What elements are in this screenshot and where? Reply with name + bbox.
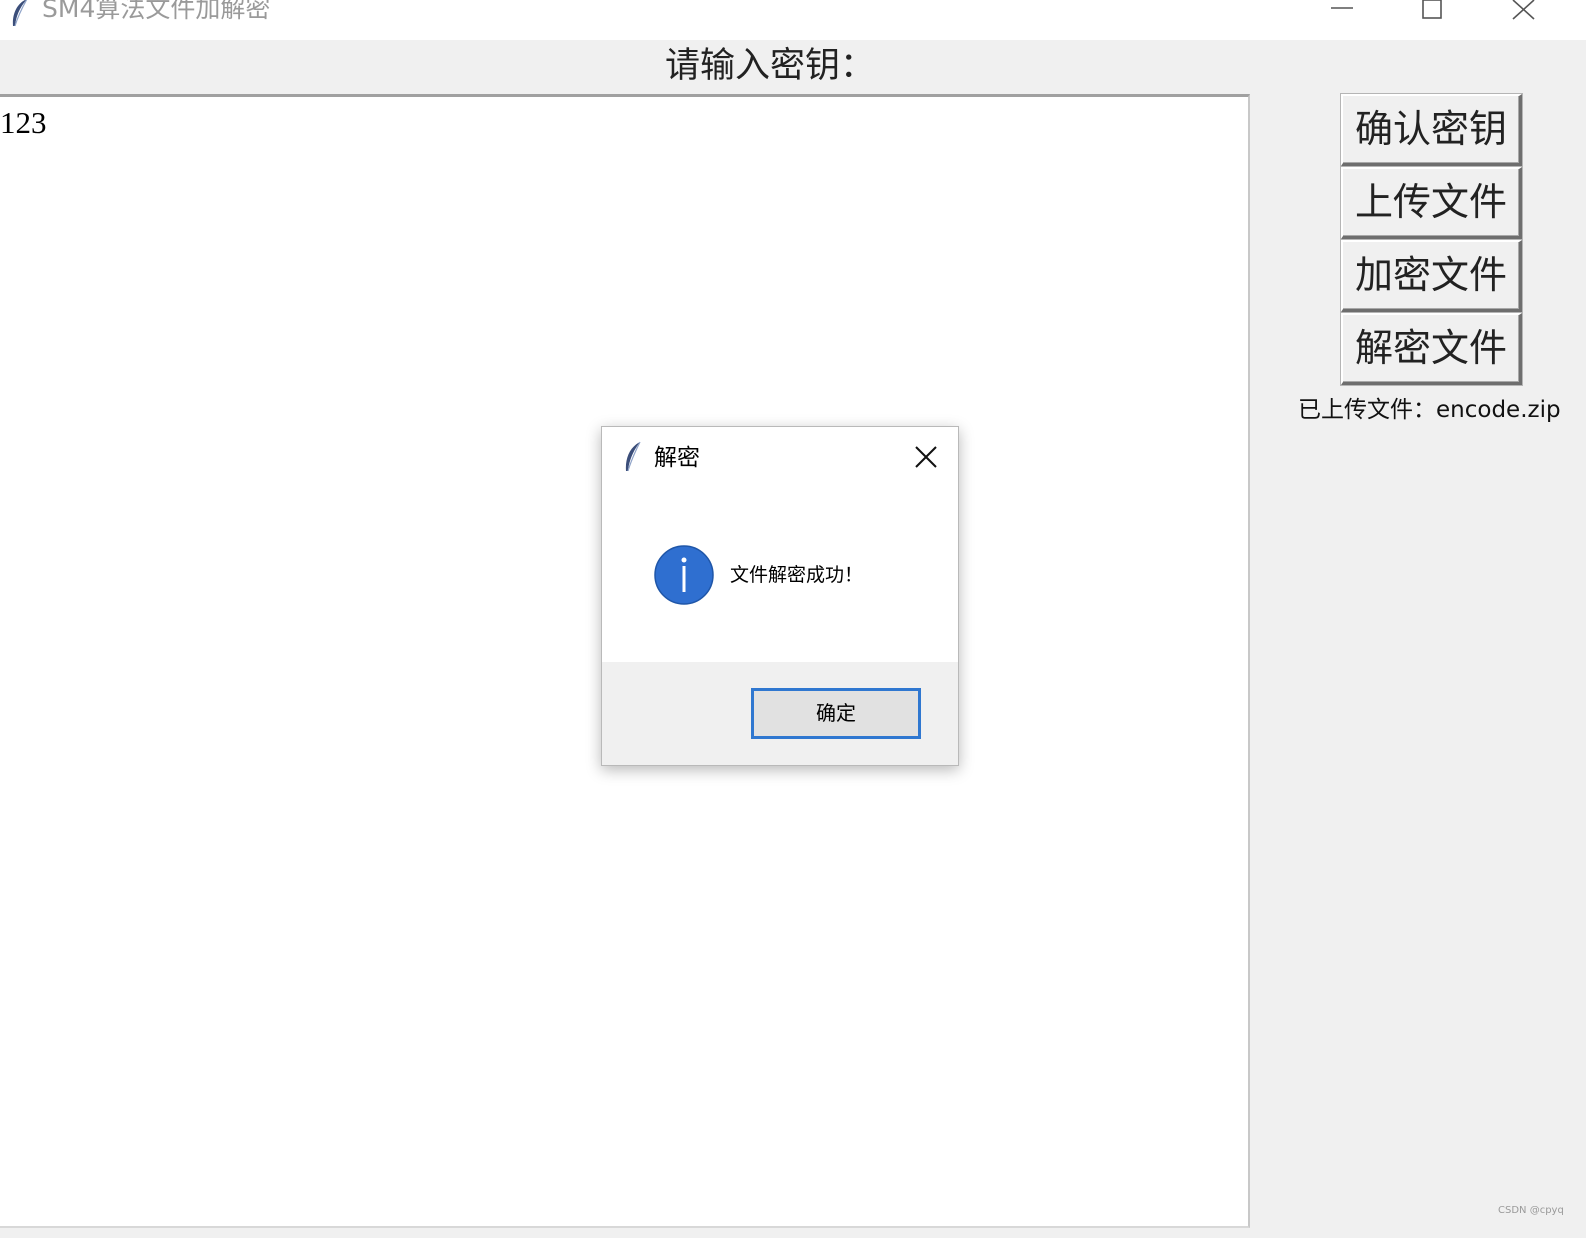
feather-icon xyxy=(625,441,641,472)
encrypt-file-button[interactable]: 加密文件 xyxy=(1341,240,1522,312)
window-title: SM4算法文件加解密 xyxy=(42,0,271,23)
key-prompt-label: 请输入密钥： xyxy=(664,46,875,86)
maximize-icon[interactable] xyxy=(1410,0,1456,24)
minimize-icon[interactable] xyxy=(1323,0,1369,24)
info-icon xyxy=(654,545,714,605)
ok-button[interactable]: 确定 xyxy=(751,688,921,739)
title-bar: SM4算法文件加解密 xyxy=(0,0,1586,40)
key-text-value: 123 xyxy=(0,105,47,140)
uploaded-file-label: 已上传文件：encode.zip xyxy=(1298,397,1561,423)
feather-icon xyxy=(12,0,28,27)
confirm-key-button[interactable]: 确认密钥 xyxy=(1341,94,1522,166)
watermark: CSDN @cpyq xyxy=(1498,1205,1564,1216)
dialog-title: 解密 xyxy=(654,445,700,471)
dialog-close-icon[interactable] xyxy=(910,441,944,475)
dialog-message: 文件解密成功！ xyxy=(730,564,864,586)
decrypt-file-button[interactable]: 解密文件 xyxy=(1341,313,1522,385)
upload-file-button[interactable]: 上传文件 xyxy=(1341,167,1522,239)
close-icon[interactable] xyxy=(1500,0,1546,24)
dialog-footer: 确定 xyxy=(602,662,958,765)
decrypt-result-dialog: 解密 文件解密成功！ 确定 xyxy=(601,426,959,766)
